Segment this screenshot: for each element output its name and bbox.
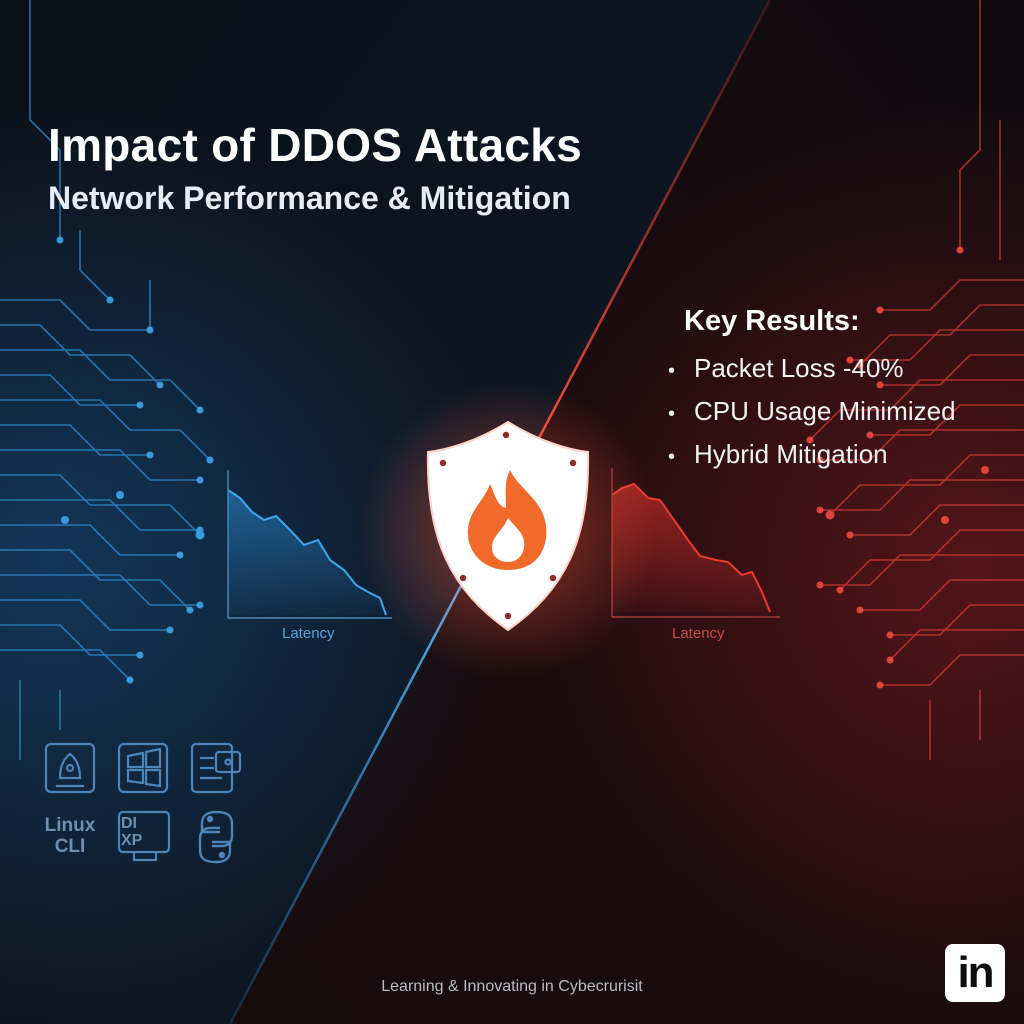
right-chart-label: Latency (672, 625, 725, 642)
key-results-panel: Key Results: • Packet Loss -40% • CPU Usag… (668, 305, 956, 477)
key-result-item: • Hybrid Mitigation (668, 434, 956, 477)
xp-label: DI XP (121, 815, 143, 849)
linkedin-logo[interactable]: in (945, 944, 1005, 1002)
bullet-icon: • (668, 403, 676, 425)
key-result-item: • CPU Usage Minimized (668, 391, 956, 434)
footer-text: Learning & Innovating in Cybecrurisit (381, 978, 643, 995)
page-subtitle: Network Performance & Mitigation (48, 180, 571, 216)
key-result-text: Hybrid Mitigation (694, 439, 888, 469)
left-chart-label: Latency (282, 625, 335, 642)
shield-flame-icon (358, 380, 658, 680)
key-result-text: CPU Usage Minimized (694, 396, 956, 426)
key-result-text: Packet Loss -40% (694, 353, 904, 383)
bullet-icon: • (668, 360, 676, 382)
key-results-list: • Packet Loss -40% • CPU Usage Minimized •… (668, 348, 956, 477)
bullet-icon: • (668, 446, 676, 468)
linkedin-icon: in (957, 948, 994, 997)
page-title: Impact of DDOS Attacks (48, 119, 583, 171)
key-result-item: • Packet Loss -40% (668, 348, 956, 391)
key-results-title: Key Results: (684, 305, 860, 337)
linux-cli-label: Linux CLI (44, 815, 96, 857)
